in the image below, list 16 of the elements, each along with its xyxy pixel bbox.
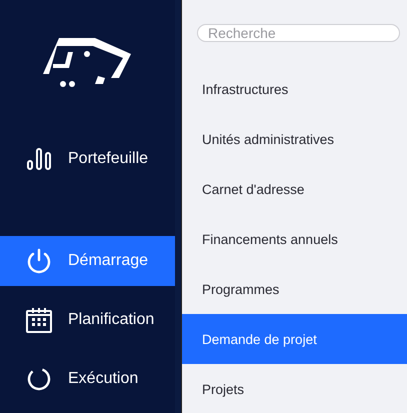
- search-field[interactable]: Recherche: [197, 24, 400, 42]
- menu-item[interactable]: Demande de projet: [182, 314, 407, 364]
- calendar-icon: [26, 307, 52, 333]
- bar-chart-icon: [26, 148, 52, 170]
- progress-ring-icon: [26, 367, 52, 391]
- menu-item[interactable]: Projets: [182, 364, 407, 413]
- power-icon: [26, 248, 52, 274]
- menu-item[interactable]: Unités administratives: [182, 114, 407, 164]
- menu-item[interactable]: Financements annuels: [182, 214, 407, 264]
- nav-item[interactable]: Démarrage: [0, 236, 175, 286]
- menu-item[interactable]: Carnet d'adresse: [182, 164, 407, 214]
- menu-item[interactable]: Infrastructures: [182, 64, 407, 114]
- menu-item[interactable]: Programmes: [182, 264, 407, 314]
- nav-item[interactable]: Exécution: [0, 354, 175, 404]
- nav-item[interactable]: Portefeuille: [0, 134, 175, 184]
- nav-item[interactable]: Planification: [0, 295, 175, 345]
